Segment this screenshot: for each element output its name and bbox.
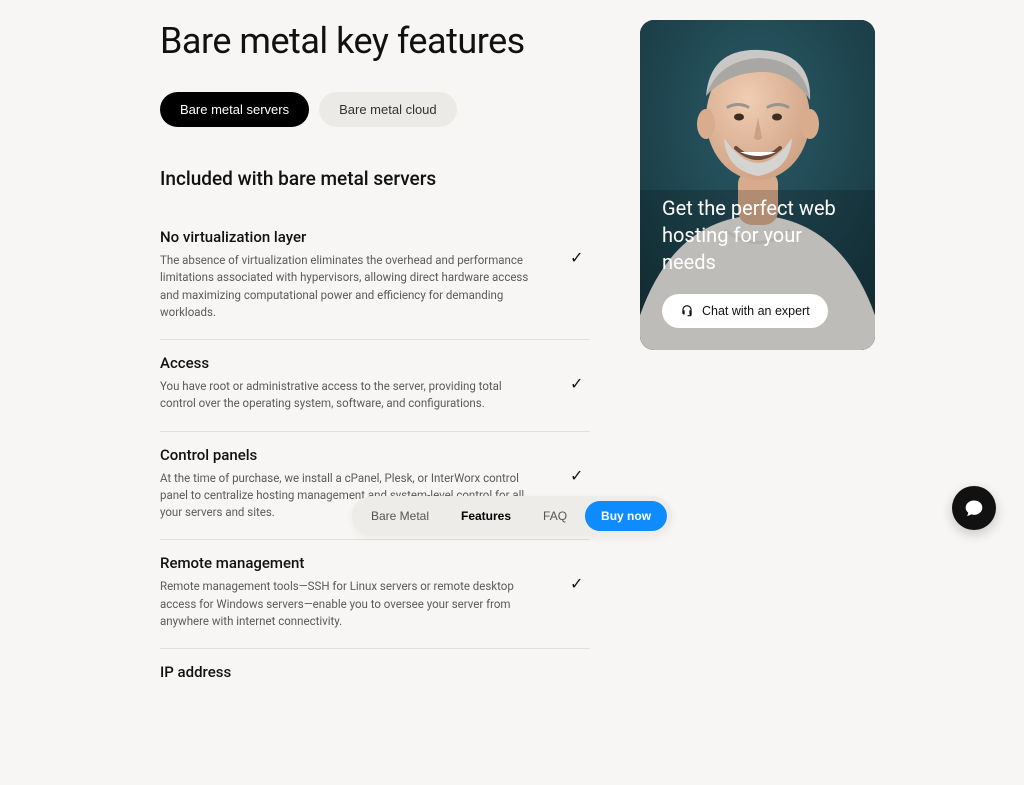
promo-title: Get the perfect web hosting for your nee… [662,195,853,276]
bottom-pill-nav: Bare Metal Features FAQ Buy now [352,496,672,536]
tab-group: Bare metal servers Bare metal cloud [160,92,590,127]
pill-buy-now[interactable]: Buy now [585,501,667,531]
feature-title: Control panels [160,446,540,464]
headset-icon [680,304,694,318]
checkmark-icon [570,663,590,683]
feature-title: No virtualization layer [160,228,540,246]
two-column-layout: Bare metal key features Bare metal serve… [160,20,944,705]
feature-title: Access [160,354,540,372]
chat-fab-button[interactable] [952,486,996,530]
tab-bare-metal-servers[interactable]: Bare metal servers [160,92,309,127]
chat-button-label: Chat with an expert [702,304,810,318]
feature-title: Remote management [160,554,540,572]
tab-bare-metal-cloud[interactable]: Bare metal cloud [319,92,457,127]
feature-row: Remote management Remote management tool… [160,540,590,649]
page-root: Bare metal key features Bare metal serve… [0,0,1024,785]
feature-row: Access You have root or administrative a… [160,340,590,432]
feature-desc: The absence of virtualization eliminates… [160,252,540,321]
pill-bare-metal[interactable]: Bare Metal [357,501,443,531]
chat-bubble-icon [964,498,984,518]
promo-card: Get the perfect web hosting for your nee… [640,20,875,350]
feature-text: IP address [160,663,540,687]
feature-title: IP address [160,663,540,681]
pill-faq[interactable]: FAQ [529,501,581,531]
checkmark-icon: ✓ [570,446,590,485]
checkmark-icon: ✓ [570,554,590,593]
feature-desc: You have root or administrative access t… [160,378,540,413]
section-subheading: Included with bare metal servers [160,167,590,190]
feature-text: Access You have root or administrative a… [160,354,540,413]
feature-row: IP address [160,649,590,705]
promo-overlay: Get the perfect web hosting for your nee… [640,20,875,350]
main-content: Bare metal key features Bare metal serve… [160,20,590,705]
page-title: Bare metal key features [160,20,590,62]
pill-features[interactable]: Features [447,501,525,531]
feature-list: No virtualization layer The absence of v… [160,214,590,705]
checkmark-icon: ✓ [570,354,590,393]
feature-text: No virtualization layer The absence of v… [160,228,540,321]
feature-row: No virtualization layer The absence of v… [160,214,590,340]
feature-text: Remote management Remote management tool… [160,554,540,630]
feature-desc: Remote management tools—SSH for Linux se… [160,578,540,630]
checkmark-icon: ✓ [570,228,590,267]
chat-with-expert-button[interactable]: Chat with an expert [662,294,828,328]
